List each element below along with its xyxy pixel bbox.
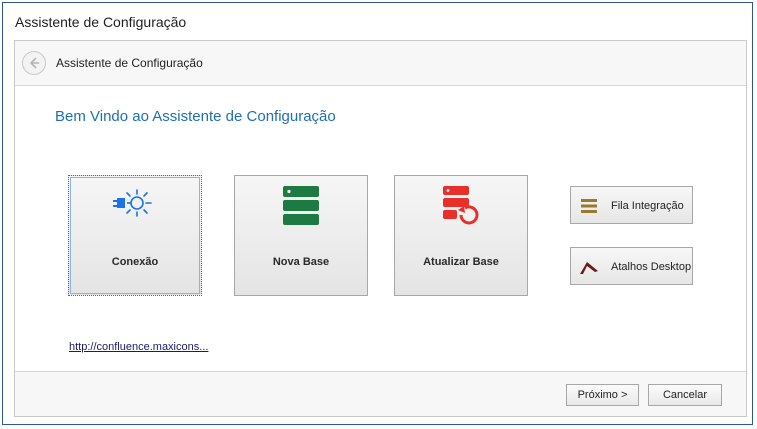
tile-conexao[interactable]: Conexão <box>68 175 202 296</box>
tile-label: Conexão <box>111 256 159 268</box>
confluence-link[interactable]: http://confluence.maxicons... <box>69 341 208 353</box>
database-refresh-icon <box>443 186 479 225</box>
wizard-window: Assistente de Configuração Assistente de… <box>2 2 753 425</box>
next-button[interactable]: Próximo > <box>566 384 639 406</box>
atalhos-desktop-button[interactable]: Atalhos Desktop <box>570 247 693 285</box>
fila-integracao-button[interactable]: Fila Integração <box>570 186 693 224</box>
back-arrow-icon <box>30 57 40 69</box>
tile-atualizar-base[interactable]: Atualizar Base <box>394 175 528 296</box>
wizard-panel: Assistente de Configuração Bem Vindo ao … <box>14 40 747 417</box>
nav-bar: Assistente de Configuração <box>15 41 746 86</box>
footer-bar: Próximo > Cancelar <box>15 371 746 416</box>
tile-label: Atualizar Base <box>423 256 499 268</box>
tile-label: Nova Base <box>272 256 330 268</box>
fila-integracao-label: Fila Integração <box>611 200 684 212</box>
cancel-button[interactable]: Cancelar <box>648 384 722 406</box>
shortcut-arrow-icon <box>580 262 598 274</box>
tile-nova-base[interactable]: Nova Base <box>234 175 368 296</box>
back-button[interactable] <box>22 51 46 75</box>
window-title: Assistente de Configuração <box>15 14 187 30</box>
database-server-icon <box>283 186 319 225</box>
welcome-heading: Bem Vindo ao Assistente de Configuração <box>55 108 336 125</box>
queue-lines-icon <box>581 199 597 213</box>
nav-title: Assistente de Configuração <box>56 56 203 70</box>
atalhos-desktop-label: Atalhos Desktop <box>611 261 692 273</box>
connection-plug-icon <box>113 189 152 217</box>
